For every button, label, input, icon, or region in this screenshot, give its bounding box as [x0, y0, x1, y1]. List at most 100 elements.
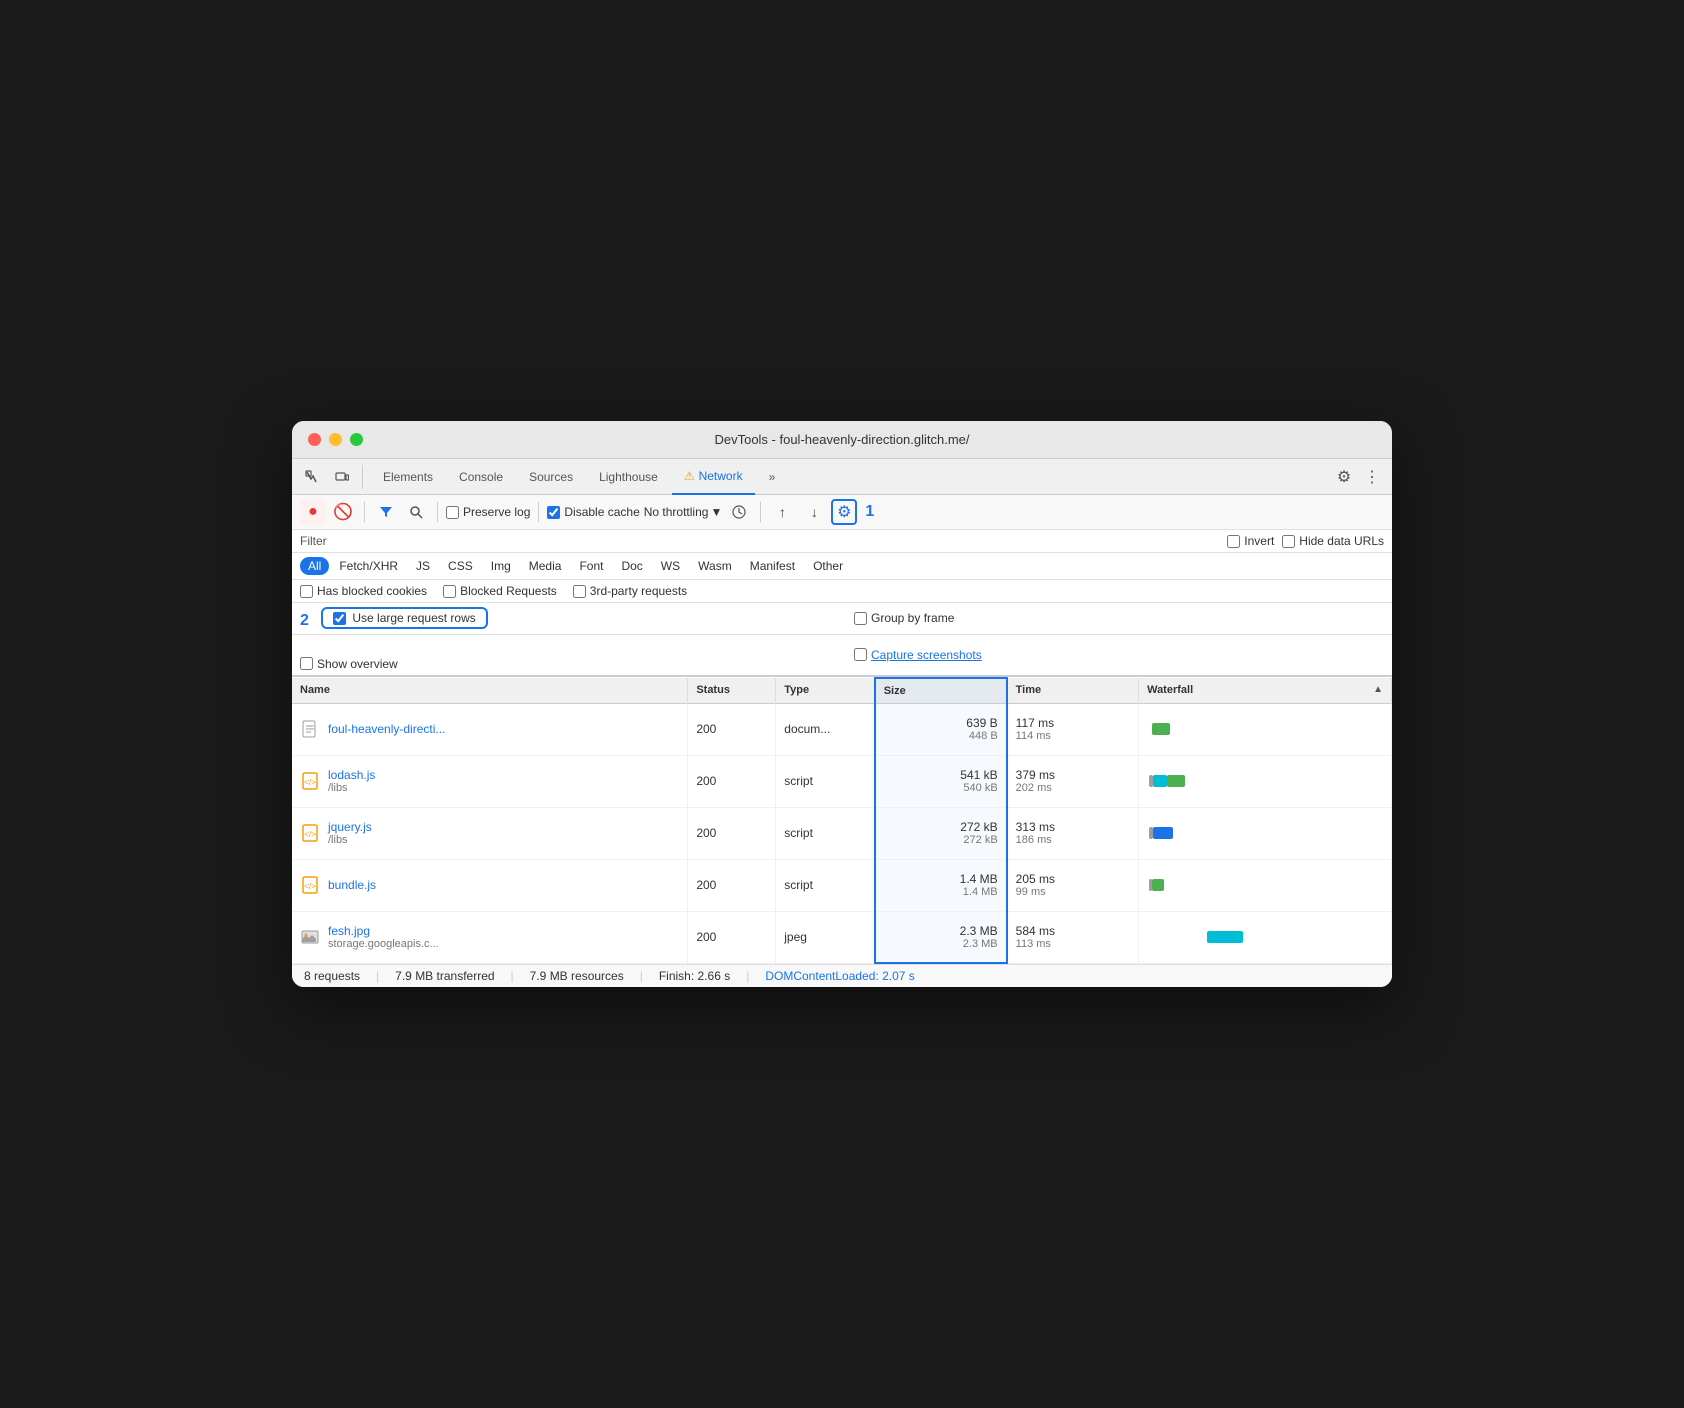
type-filter-font[interactable]: Font	[571, 557, 611, 575]
minimize-button[interactable]	[329, 433, 342, 446]
filter-icon[interactable]	[373, 499, 399, 525]
type-filter-css[interactable]: CSS	[440, 557, 481, 575]
network-settings-button[interactable]: ⚙	[831, 499, 857, 525]
row-waterfall	[1139, 703, 1392, 755]
row-time: 313 ms 186 ms	[1007, 807, 1139, 859]
preserve-log-checkbox[interactable]: Preserve log	[446, 505, 530, 519]
type-filter-all[interactable]: All	[300, 557, 329, 575]
type-filter-wasm[interactable]: Wasm	[690, 557, 740, 575]
group-by-frame-checkbox[interactable]: Group by frame	[854, 611, 954, 625]
type-filter-manifest[interactable]: Manifest	[742, 557, 803, 575]
tab-bar: Elements Console Sources Lighthouse ⚠ Ne…	[292, 459, 1392, 495]
svg-text:</>: </>	[304, 882, 316, 891]
kebab-menu-icon[interactable]: ⋮	[1360, 465, 1384, 489]
row-name-cell: fesh.jpg storage.googleapis.c...	[292, 911, 688, 963]
invert-checkbox[interactable]: Invert	[1227, 534, 1274, 548]
settings-gear-icon[interactable]: ⚙	[1332, 465, 1356, 489]
resource-name: bundle.js	[328, 878, 376, 892]
row-name-cell: foul-heavenly-directi...	[292, 703, 688, 755]
row-status: 200	[688, 859, 776, 911]
tab-network[interactable]: ⚠ Network	[672, 459, 755, 495]
close-button[interactable]	[308, 433, 321, 446]
row-waterfall	[1139, 755, 1392, 807]
type-filter-row: All Fetch/XHR JS CSS Img Media Font Doc …	[292, 553, 1392, 580]
settings-row-1: 2 Use large request rows Group by frame	[292, 603, 1392, 635]
network-warning-icon: ⚠	[684, 469, 695, 483]
show-overview-checkbox[interactable]: Show overview	[300, 657, 830, 671]
row-size: 541 kB 540 kB	[875, 755, 1007, 807]
tab-more[interactable]: »	[757, 459, 788, 495]
type-filter-ws[interactable]: WS	[653, 557, 688, 575]
has-blocked-cookies-checkbox[interactable]: Has blocked cookies	[300, 584, 427, 598]
throttling-settings-icon[interactable]	[726, 499, 752, 525]
resource-name: lodash.js	[328, 768, 375, 782]
upload-icon[interactable]: ↑	[769, 499, 795, 525]
titlebar: DevTools - foul-heavenly-direction.glitc…	[292, 421, 1392, 459]
type-filter-doc[interactable]: Doc	[613, 557, 650, 575]
row-name-cell: </> bundle.js	[292, 859, 688, 911]
traffic-lights	[308, 433, 363, 446]
settings-row-2: Show overview Capture screenshots	[292, 635, 1392, 677]
filter-label: Filter	[300, 534, 327, 548]
throttling-select[interactable]: No throttling ▼	[644, 505, 723, 519]
resources-size: 7.9 MB resources	[530, 969, 624, 983]
row-waterfall	[1139, 859, 1392, 911]
maximize-button[interactable]	[350, 433, 363, 446]
type-filter-media[interactable]: Media	[521, 557, 570, 575]
tab-lighthouse[interactable]: Lighthouse	[587, 459, 670, 495]
col-header-status[interactable]: Status	[688, 678, 776, 704]
script-file-icon: </>	[300, 771, 320, 791]
group-by-frame-section: Group by frame	[830, 611, 1384, 625]
table-row[interactable]: foul-heavenly-directi... 200 docum... 63…	[292, 703, 1392, 755]
clear-button[interactable]: 🚫	[330, 499, 356, 525]
svg-text:</>: </>	[304, 778, 316, 787]
download-icon[interactable]: ↓	[801, 499, 827, 525]
document-file-icon	[300, 719, 320, 739]
row-type: jpeg	[776, 911, 875, 963]
tab-sources[interactable]: Sources	[517, 459, 585, 495]
use-large-rows-checkbox[interactable]	[333, 612, 346, 625]
show-overview-section: Show overview	[300, 639, 830, 671]
image-file-icon	[300, 927, 320, 947]
table-row[interactable]: </> jquery.js /libs 200 script 272 kB	[292, 807, 1392, 859]
col-header-time[interactable]: Time	[1007, 678, 1139, 704]
type-filter-img[interactable]: Img	[483, 557, 519, 575]
sort-arrow-icon: ▲	[1373, 684, 1383, 695]
resource-name: fesh.jpg	[328, 924, 439, 938]
capture-screenshots-checkbox[interactable]: Capture screenshots	[854, 648, 982, 662]
col-header-name[interactable]: Name	[292, 678, 688, 704]
row-status: 200	[688, 703, 776, 755]
resource-subtitle: storage.googleapis.c...	[328, 938, 439, 950]
blocked-requests-checkbox[interactable]: Blocked Requests	[443, 584, 557, 598]
third-party-requests-checkbox[interactable]: 3rd-party requests	[573, 584, 687, 598]
devtools-content: Elements Console Sources Lighthouse ⚠ Ne…	[292, 459, 1392, 987]
tab-elements[interactable]: Elements	[371, 459, 445, 495]
resource-subtitle: /libs	[328, 834, 372, 846]
row-size: 2.3 MB 2.3 MB	[875, 911, 1007, 963]
capture-screenshots-section: Capture screenshots	[830, 648, 1384, 662]
col-header-waterfall[interactable]: Waterfall ▲	[1139, 678, 1392, 704]
transferred-size: 7.9 MB transferred	[395, 969, 494, 983]
window-title: DevTools - foul-heavenly-direction.glitc…	[714, 432, 969, 447]
record-button[interactable]: ●	[300, 499, 326, 525]
tab-icon-group	[300, 465, 363, 489]
table-row[interactable]: </> lodash.js /libs 200 script 541 kB	[292, 755, 1392, 807]
table-row[interactable]: </> bundle.js 200 script 1.4 MB	[292, 859, 1392, 911]
table-row[interactable]: fesh.jpg storage.googleapis.c... 200 jpe…	[292, 911, 1392, 963]
tab-console[interactable]: Console	[447, 459, 515, 495]
search-icon[interactable]	[403, 499, 429, 525]
type-filter-fetch-xhr[interactable]: Fetch/XHR	[331, 557, 406, 575]
resource-name: jquery.js	[328, 820, 372, 834]
col-header-type[interactable]: Type	[776, 678, 875, 704]
hide-data-urls-checkbox[interactable]: Hide data URLs	[1282, 534, 1384, 548]
inspect-icon[interactable]	[300, 465, 324, 489]
row-time: 205 ms 99 ms	[1007, 859, 1139, 911]
disable-cache-checkbox[interactable]: Disable cache	[547, 505, 639, 519]
device-toggle-icon[interactable]	[330, 465, 354, 489]
type-filter-other[interactable]: Other	[805, 557, 851, 575]
finish-time: Finish: 2.66 s	[659, 969, 730, 983]
use-large-rows-label: Use large request rows	[352, 611, 475, 625]
col-header-size[interactable]: Size	[875, 678, 1007, 704]
type-filter-js[interactable]: JS	[408, 557, 438, 575]
svg-text:</>: </>	[304, 830, 316, 839]
